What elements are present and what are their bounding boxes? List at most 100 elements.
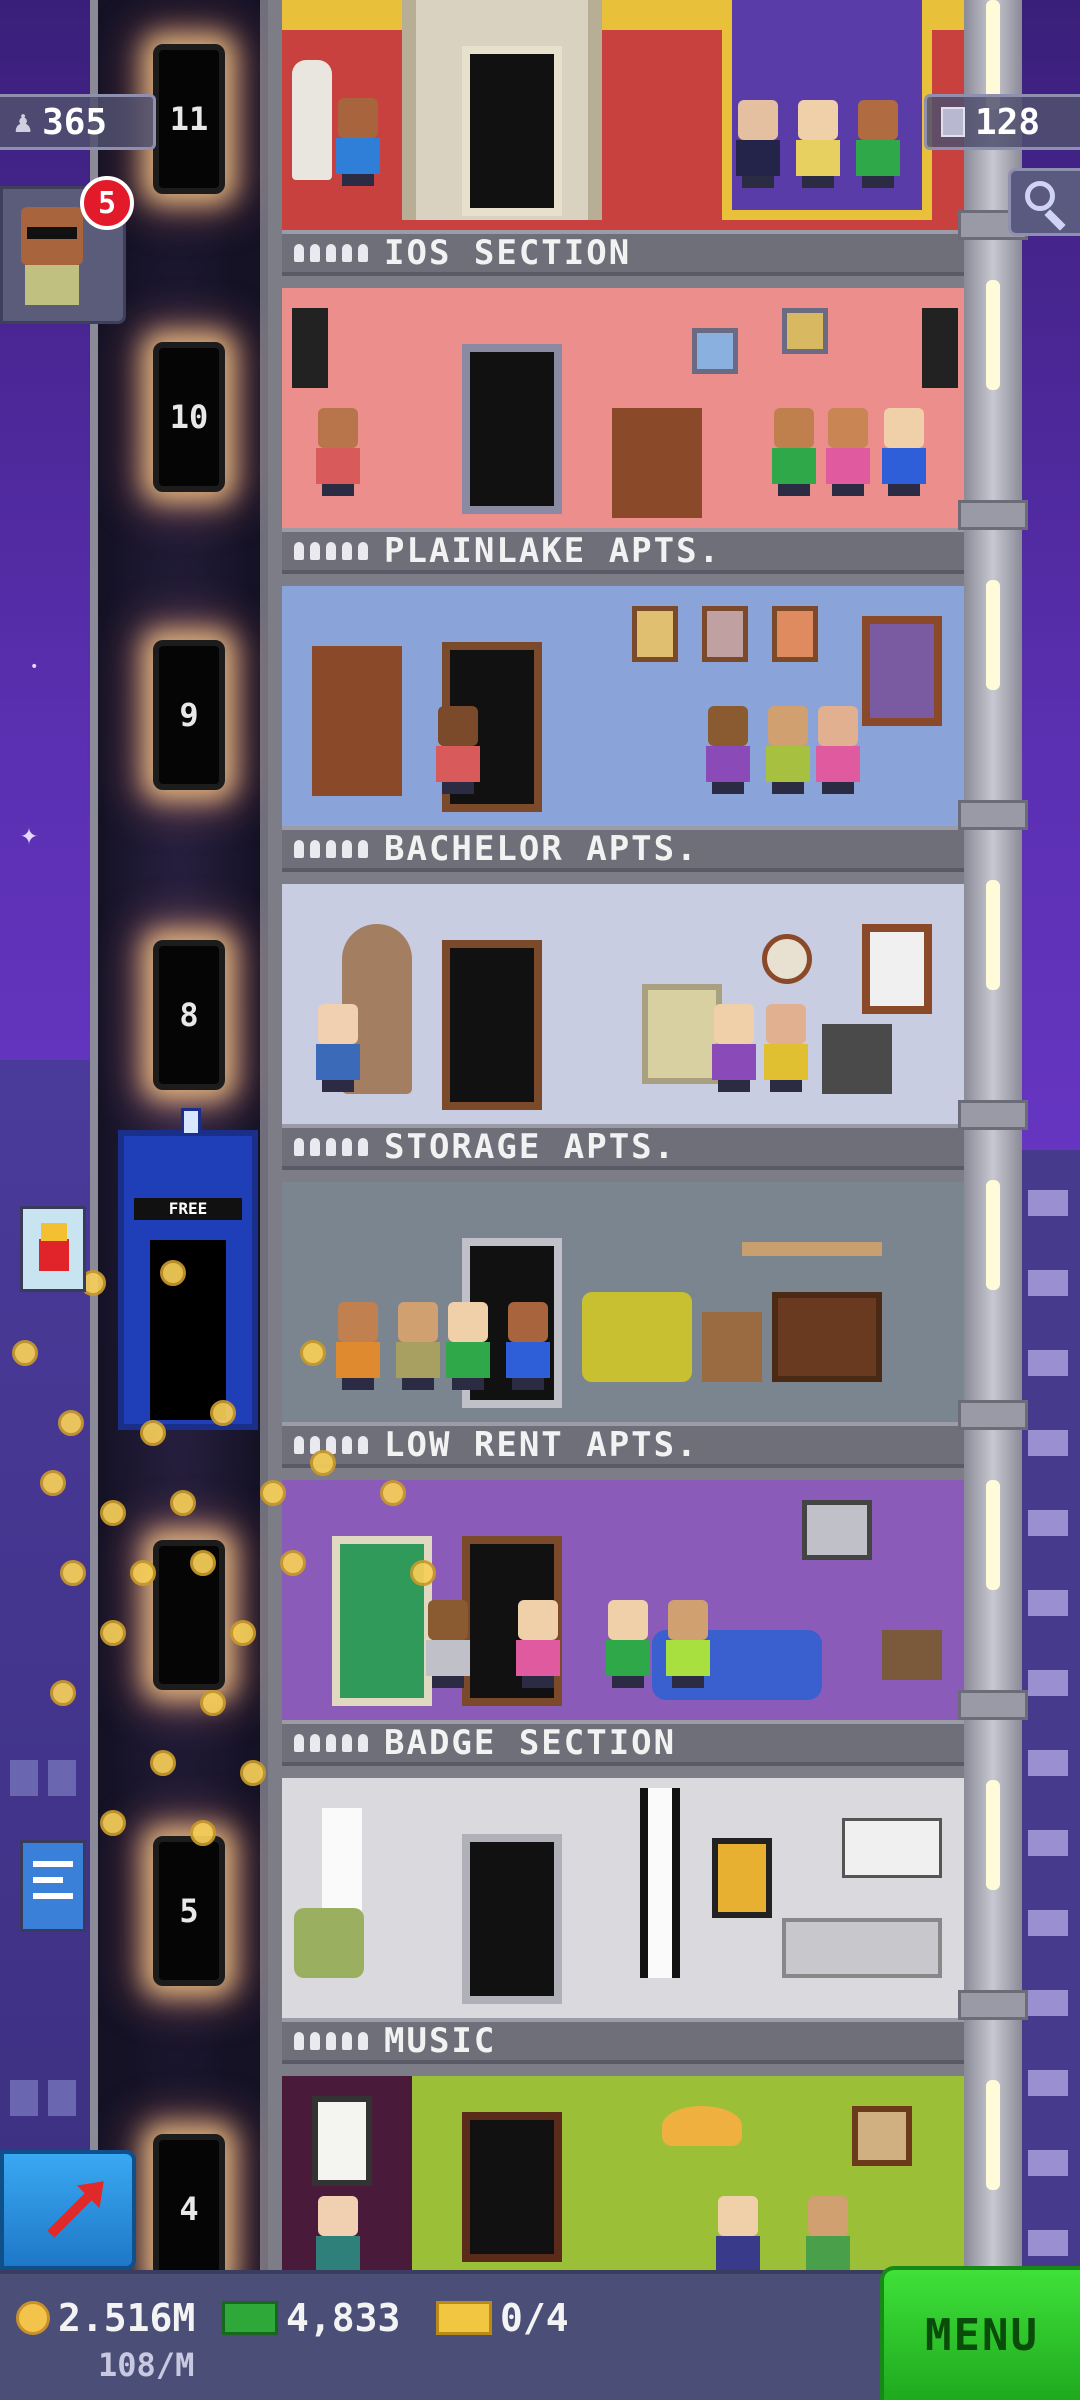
room-interior	[282, 586, 966, 826]
star-icon: •	[30, 659, 39, 675]
magnifier-icon	[1025, 181, 1055, 211]
bitizen[interactable]	[502, 1302, 554, 1390]
background-building-right	[1018, 1150, 1080, 2300]
room-door	[462, 46, 562, 216]
elevator-door-4[interactable]: 4	[153, 2134, 225, 2284]
floor-number: 4	[179, 2190, 199, 2228]
tickets-stat[interactable]: 0/4	[436, 2296, 569, 2340]
light-pillar	[640, 1788, 680, 1978]
bitizen[interactable]	[332, 98, 384, 186]
search-button[interactable]	[1008, 168, 1080, 236]
notification-badge: 5	[80, 176, 134, 230]
elevator-car-police-box[interactable]: FREE	[118, 1108, 258, 1430]
notice-board-icon[interactable]	[20, 1840, 86, 1932]
star-rating	[294, 244, 368, 262]
floor-name: STORAGE APTS.	[384, 1127, 677, 1167]
star-rating	[294, 840, 368, 858]
coin-icon	[16, 2301, 50, 2335]
floor-label[interactable]: STORAGE APTS.	[282, 1124, 966, 1170]
bitizen[interactable]	[312, 408, 364, 496]
room-interior	[282, 1480, 966, 1720]
elevator-door-8[interactable]: 8	[153, 940, 225, 1090]
floor-label[interactable]: IOS SECTION	[282, 230, 966, 276]
armchair	[822, 1024, 892, 1094]
floor-counter[interactable]: 128	[924, 94, 1080, 150]
star-rating	[294, 2032, 368, 2050]
floor-number: 11	[169, 100, 209, 138]
picture-frame	[692, 328, 738, 374]
ticket-icon	[436, 2301, 492, 2335]
floor-number: 9	[179, 696, 199, 734]
picture-frame	[702, 606, 748, 662]
population-counter[interactable]: ♟ 365	[0, 94, 156, 150]
floor-ios-section[interactable]: IOS SECTION	[282, 0, 966, 288]
bitizen[interactable]	[878, 408, 930, 496]
bitizen[interactable]	[702, 706, 754, 794]
coin-rate: 108/M	[98, 2346, 195, 2384]
floor-badge-section[interactable]: BADGE SECTION	[282, 1480, 966, 1778]
tower-side-rail	[958, 0, 1028, 2270]
dartboard	[762, 934, 812, 984]
picture-frame	[632, 606, 678, 662]
floor-storage-apts[interactable]: STORAGE APTS.	[282, 884, 966, 1182]
bitizen[interactable]	[442, 1302, 494, 1390]
fries-icon[interactable]	[20, 1206, 86, 1292]
sunglasses-icon	[27, 227, 77, 239]
bitizen[interactable]	[512, 1600, 564, 1688]
floor-bachelor-apts[interactable]: BACHELOR APTS.	[282, 586, 966, 884]
floor-label[interactable]: BACHELOR APTS.	[282, 826, 966, 872]
room-interior	[282, 0, 966, 230]
bitizen[interactable]	[812, 706, 864, 794]
bux-value: 4,833	[286, 2296, 401, 2340]
bitizen[interactable]	[762, 706, 814, 794]
elevator-door-5[interactable]: 5	[153, 1836, 225, 1986]
bitizen[interactable]	[602, 1600, 654, 1688]
bitizen[interactable]	[422, 1600, 474, 1688]
speaker	[922, 308, 958, 388]
lamp-icon	[181, 1108, 201, 1136]
floor-label[interactable]: PLAINLAKE APTS.	[282, 528, 966, 574]
floor-label[interactable]: LOW RENT APTS.	[282, 1422, 966, 1468]
floor-name: BADGE SECTION	[384, 1723, 677, 1763]
room-interior	[282, 288, 966, 528]
elevator-door-10[interactable]: 10	[153, 342, 225, 492]
poster	[802, 1500, 872, 1560]
bitizen[interactable]	[332, 1302, 384, 1390]
window	[862, 924, 932, 1014]
floor-name: MUSIC	[384, 2021, 497, 2061]
bitizen[interactable]	[822, 408, 874, 496]
bitizen[interactable]	[760, 1004, 812, 1092]
floor-label[interactable]: MUSIC	[282, 2018, 966, 2064]
bitizen[interactable]	[392, 1302, 444, 1390]
coins-stat[interactable]: 2.516M	[16, 2296, 195, 2340]
bitizen[interactable]	[732, 100, 784, 188]
floor-name: LOW RENT APTS.	[384, 1425, 699, 1465]
bux-stat[interactable]: 4,833	[222, 2296, 400, 2340]
floor-low-rent-apts[interactable]: LOW RENT APTS.	[282, 1182, 966, 1480]
floor-name: BACHELOR APTS.	[384, 829, 699, 869]
bitizen[interactable]	[852, 100, 904, 188]
menu-button[interactable]: MENU	[880, 2266, 1080, 2400]
floor-label[interactable]: BADGE SECTION	[282, 1720, 966, 1766]
bitizen[interactable]	[312, 1004, 364, 1092]
floor-plainlake-apts[interactable]: PLAINLAKE APTS.	[282, 288, 966, 586]
bitizen[interactable]	[768, 408, 820, 496]
floor-music[interactable]: MUSIC	[282, 1778, 966, 2076]
building-icon	[941, 107, 965, 137]
shelf	[742, 1242, 882, 1256]
tv	[882, 1630, 942, 1680]
bitizen[interactable]	[792, 100, 844, 188]
elevator-door-11[interactable]: 11	[153, 44, 225, 194]
cabinet	[842, 1818, 942, 1878]
rocket-button[interactable]	[0, 2150, 136, 2270]
elevator-door-9[interactable]: 9	[153, 640, 225, 790]
bitizen[interactable]	[432, 706, 484, 794]
picture-frame	[772, 606, 818, 662]
poster	[712, 1838, 772, 1918]
counter	[782, 1918, 942, 1978]
bitizen[interactable]	[708, 1004, 760, 1092]
room-interior	[282, 1182, 966, 1422]
bitizen[interactable]	[662, 1600, 714, 1688]
room-interior	[282, 884, 966, 1124]
vehicle-sign: FREE	[134, 1198, 242, 1220]
